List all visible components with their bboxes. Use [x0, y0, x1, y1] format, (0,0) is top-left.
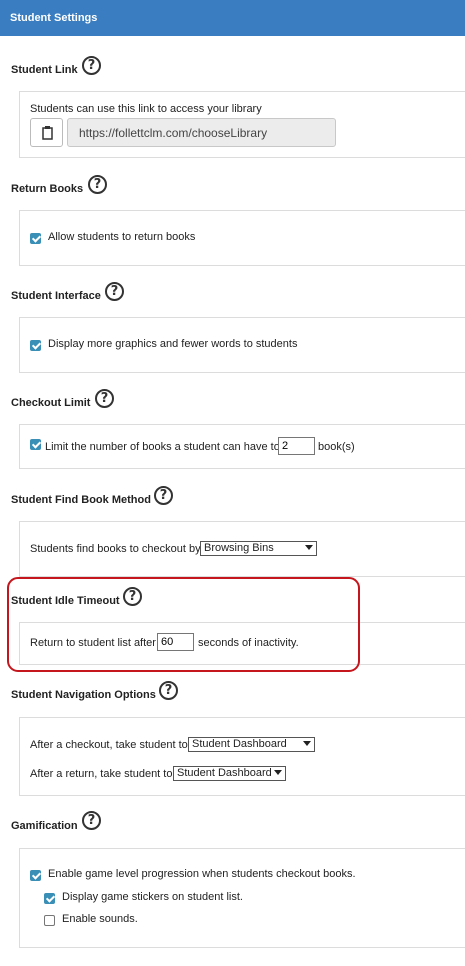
checkout-limit-label: Limit the number of books a student can … [45, 441, 280, 453]
chevron-down-icon [303, 741, 311, 746]
student-link-description: Students can use this link to access you… [30, 103, 262, 115]
after-checkout-select[interactable]: Student Dashboard [188, 737, 315, 752]
copy-link-button[interactable] [30, 118, 63, 147]
chevron-down-icon [305, 545, 313, 550]
checkout-limit-unit: book(s) [318, 441, 355, 453]
idle-timeout-highlight [7, 577, 360, 672]
student-interface-title: Student Interface [11, 290, 101, 302]
clipboard-icon [42, 126, 53, 140]
student-interface-checkbox[interactable] [30, 340, 41, 351]
chevron-down-icon [274, 770, 282, 775]
after-checkout-label: After a checkout, take student to [30, 739, 188, 751]
student-interface-help-icon[interactable]: ? [105, 282, 124, 301]
student-link-help-icon[interactable]: ? [82, 56, 101, 75]
find-book-select-value: Browsing Bins [204, 542, 274, 554]
student-link-title: Student Link [11, 64, 78, 76]
student-link-url-field[interactable]: https://follettclm.com/chooseLibrary [67, 118, 336, 147]
enable-sounds-checkbox[interactable] [44, 915, 55, 926]
settings-header: Student Settings [0, 0, 465, 36]
return-books-label: Allow students to return books [48, 231, 196, 243]
game-stickers-label: Display game stickers on student list. [62, 891, 243, 903]
gamification-title: Gamification [11, 820, 78, 832]
find-book-select[interactable]: Browsing Bins [200, 541, 317, 556]
find-book-title: Student Find Book Method [11, 494, 151, 506]
game-stickers-checkbox[interactable] [44, 893, 55, 904]
student-interface-label: Display more graphics and fewer words to… [48, 338, 298, 350]
return-books-checkbox[interactable] [30, 233, 41, 244]
find-book-label: Students find books to checkout by [30, 543, 201, 555]
checkout-limit-input[interactable] [278, 437, 315, 455]
checkout-limit-title: Checkout Limit [11, 397, 91, 409]
enable-sounds-label: Enable sounds. [62, 913, 138, 925]
after-return-select[interactable]: Student Dashboard [173, 766, 286, 781]
checkout-limit-help-icon[interactable]: ? [95, 389, 114, 408]
page-title: Student Settings [10, 12, 98, 24]
return-books-title: Return Books [11, 183, 84, 195]
navigation-panel [19, 717, 465, 796]
return-books-help-icon[interactable]: ? [88, 175, 107, 194]
game-progression-checkbox[interactable] [30, 870, 41, 881]
checkout-limit-checkbox[interactable] [30, 439, 41, 450]
game-progression-label: Enable game level progression when stude… [48, 868, 356, 880]
after-return-label: After a return, take student to [30, 768, 173, 780]
find-book-help-icon[interactable]: ? [154, 486, 173, 505]
navigation-title: Student Navigation Options [11, 689, 156, 701]
gamification-help-icon[interactable]: ? [82, 811, 101, 830]
navigation-help-icon[interactable]: ? [159, 681, 178, 700]
after-return-select-value: Student Dashboard [177, 767, 272, 779]
after-checkout-select-value: Student Dashboard [192, 738, 287, 750]
